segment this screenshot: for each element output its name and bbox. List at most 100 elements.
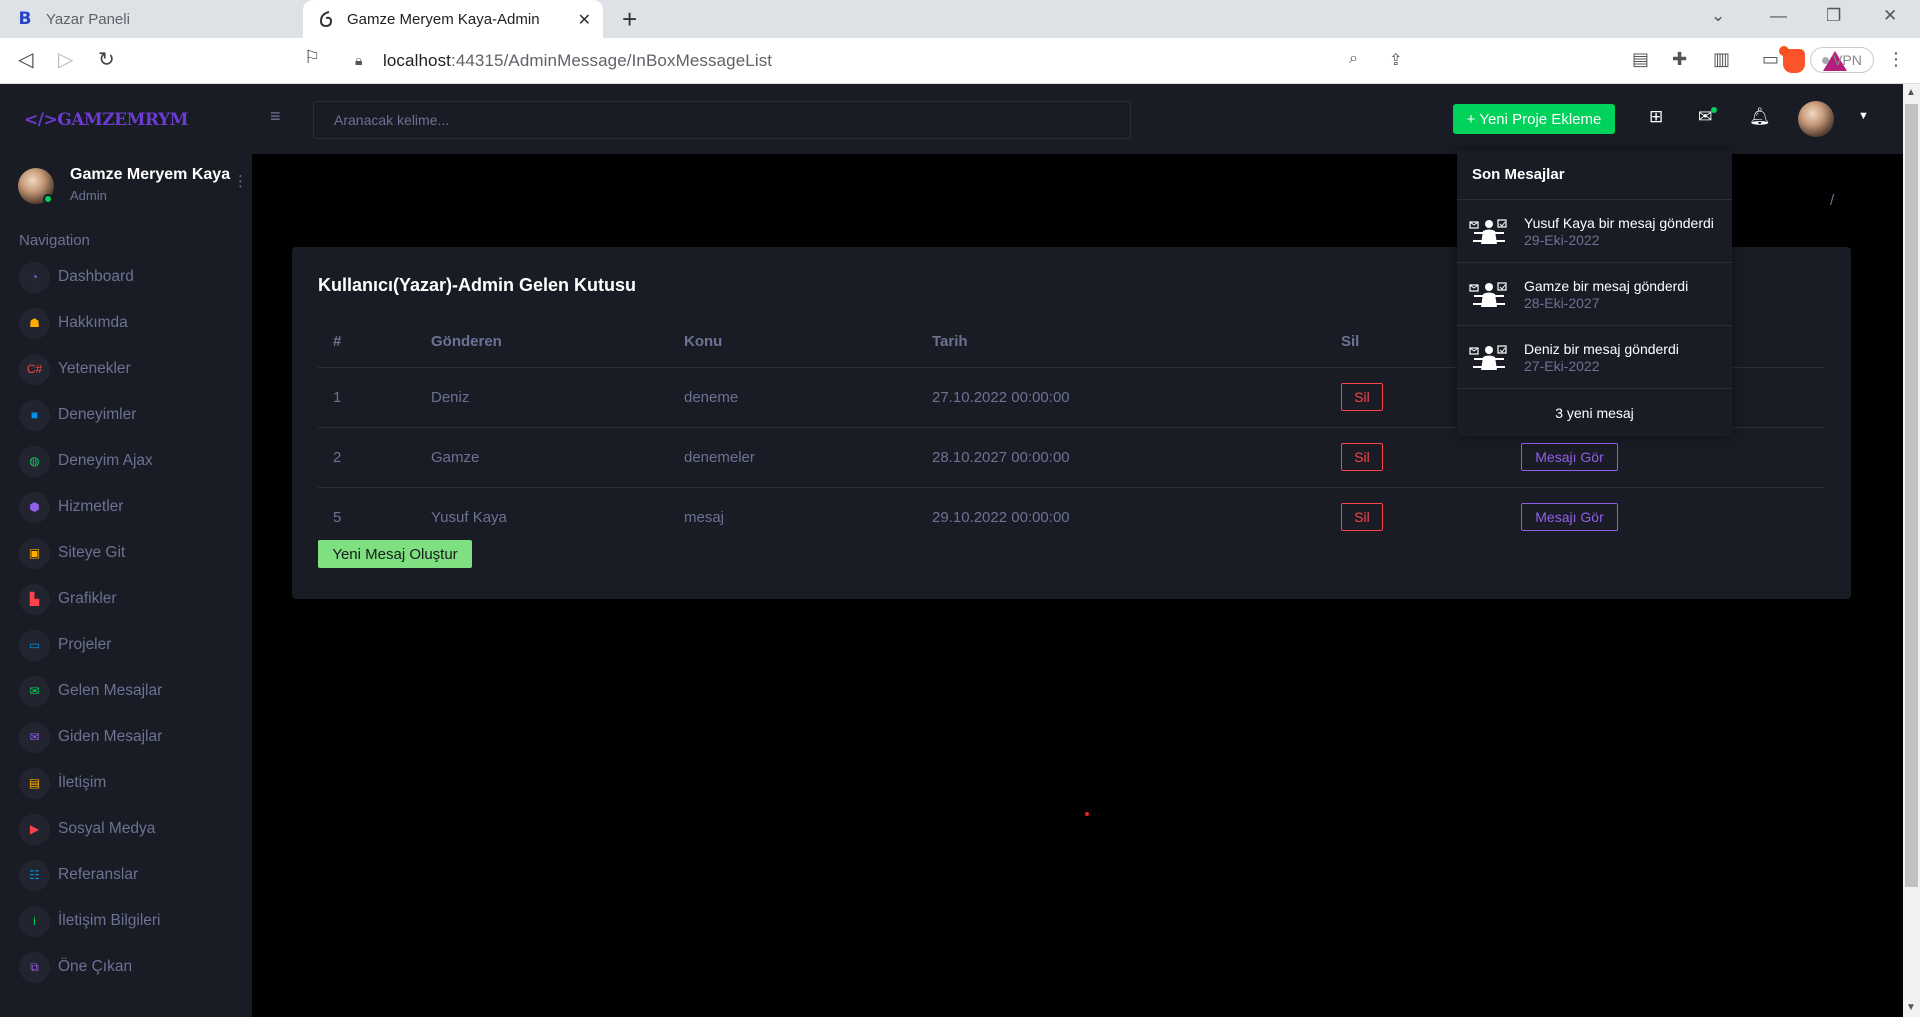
delete-button[interactable]: Sil — [1341, 443, 1383, 471]
message-preview-date: 29-Eki-2022 — [1524, 232, 1600, 248]
minimize-icon[interactable]: — — [1770, 6, 1787, 26]
back-icon[interactable]: ◁ — [18, 47, 33, 72]
new-message-button[interactable]: Yeni Mesaj Oluştur — [318, 540, 472, 568]
sidebar-item-label: Grafikler — [58, 590, 117, 607]
sidebar-item[interactable]: ▙ Grafikler — [0, 576, 252, 622]
page-scrollbar[interactable]: ▲ ▼ — [1903, 84, 1920, 1017]
sidebar-toggle-icon[interactable]: ▥ — [1713, 49, 1730, 70]
browser-menu-icon[interactable]: ⋮ — [1887, 49, 1905, 70]
new-project-button[interactable]: + Yeni Proje Ekleme — [1453, 104, 1615, 134]
laptop-icon: ▭ — [19, 629, 50, 661]
zoom-icon[interactable]: ⌕ — [1349, 50, 1358, 68]
scroll-up-icon[interactable]: ▲ — [1906, 87, 1916, 98]
dropdown-title: Son Mesajlar — [1457, 150, 1732, 200]
delete-button[interactable]: Sil — [1341, 503, 1383, 532]
sidebar-item[interactable]: C# Yetenekler — [0, 346, 252, 392]
cell-sender: Yusuf Kaya — [431, 508, 507, 526]
lock-icon: 🔒︎ — [355, 52, 363, 68]
sidebar-item[interactable]: ☷ Referanslar — [0, 852, 252, 898]
new-messages-link[interactable]: 3 yeni mesaj — [1457, 389, 1732, 436]
cell-subject: mesaj — [684, 508, 725, 526]
sidebar-nav: ◔ Dashboard ☗ Hakkımda C# Yetenekler ■ Deneyiml… — [0, 254, 252, 990]
sidebar-item[interactable]: ⬢ Hizmetler — [0, 484, 252, 530]
table-row: 5 Yusuf Kaya mesaj 29.10.2022 00:00:00 Sil Me… — [318, 487, 1825, 547]
brand-logo[interactable]: </>GAMZEMRYM — [24, 110, 188, 130]
profile-role: Admin — [70, 188, 107, 203]
scroll-down-icon[interactable]: ▼ — [1906, 1002, 1916, 1013]
vpn-button[interactable]: VPN — [1810, 47, 1874, 73]
info-icon: i — [19, 905, 50, 937]
message-person-icon — [1469, 216, 1509, 248]
menu-toggle-icon[interactable]: ≡ — [270, 106, 281, 127]
user-avatar-button[interactable] — [1798, 101, 1834, 137]
sidebar-item[interactable]: ▤ İletişim — [0, 760, 252, 806]
view-message-button[interactable]: Mesajı Gör — [1521, 443, 1618, 471]
forward-icon[interactable]: ▷ — [58, 47, 73, 72]
tab-yazar-paneli[interactable]: B Yazar Paneli — [0, 0, 303, 38]
message-preview-date: 27-Eki-2022 — [1524, 358, 1600, 374]
cell-id: 5 — [333, 508, 342, 526]
reload-icon[interactable]: ↻ — [98, 47, 115, 72]
sidebar-item[interactable]: ▶ Sosyal Medya — [0, 806, 252, 852]
message-preview-text: Yusuf Kaya bir mesaj gönderdi — [1524, 215, 1714, 231]
online-status-dot — [43, 194, 53, 204]
sidebar-item-label: Deneyim Ajax — [58, 452, 153, 469]
tab-search-chevron-icon[interactable]: ⌄ — [1711, 6, 1725, 26]
bookmark-icon[interactable]: ⚐ — [304, 47, 320, 68]
spinner-favicon-icon — [317, 10, 335, 28]
search-input[interactable]: Aranacak kelime... — [313, 101, 1131, 139]
sidebar-item[interactable]: i İletişim Bilgileri — [0, 898, 252, 944]
sidebar-item-label: Projeler — [58, 636, 112, 653]
sidebar-item-label: Giden Mesajlar — [58, 728, 163, 745]
tab-admin[interactable]: Gamze Meryem Kaya-Admin ✕ — [303, 0, 603, 38]
message-preview-item[interactable]: Deniz bir mesaj gönderdi 27-Eki-2022 — [1457, 326, 1732, 389]
cell-id: 1 — [318, 367, 416, 428]
omnibox[interactable]: 🔒︎ localhost:44315/AdminMessage/InBoxMes… — [343, 43, 1847, 79]
sidebar-item[interactable]: ■ Deneyimler — [0, 392, 252, 438]
share-icon[interactable]: ⇪ — [1389, 50, 1402, 70]
sidebar-item[interactable]: ☗ Hakkımda — [0, 300, 252, 346]
sidebar-item-label: Referanslar — [58, 866, 139, 883]
col-id: # — [318, 317, 416, 368]
message-person-icon — [1469, 342, 1509, 374]
apps-grid-icon[interactable]: ⊞ — [1649, 107, 1663, 127]
cell-delete: Sil — [1326, 487, 1506, 547]
wallet-icon[interactable]: ▭ — [1762, 49, 1779, 70]
bell-icon[interactable]: 🔔︎ — [1749, 107, 1771, 127]
sidebar-item-label: Gelen Mesajlar — [58, 682, 163, 699]
cell-subject: denemeler — [669, 427, 917, 488]
messages-dropdown: Son Mesajlar Yusuf Kaya bir mesaj gönder… — [1457, 150, 1732, 436]
inbox-mail-icon: ✉ — [19, 675, 50, 707]
close-tab-icon[interactable]: ✕ — [578, 10, 591, 30]
sidebar-item[interactable]: ✉ Gelen Mesajlar — [0, 668, 252, 714]
caret-down-icon[interactable]: ▼ — [1858, 110, 1869, 122]
sidebar-item[interactable]: ✉ Giden Mesajlar — [0, 714, 252, 760]
close-window-icon[interactable]: ✕ — [1883, 6, 1897, 26]
cell-sender: Deniz — [416, 367, 669, 428]
new-tab-button[interactable]: + — [622, 4, 637, 35]
cell-date: 29.10.2022 00:00:00 — [932, 508, 1070, 526]
sidebar-item[interactable]: ⧉ Öne Çıkan — [0, 944, 252, 990]
url-text[interactable]: localhost:44315/AdminMessage/InBoxMessag… — [383, 51, 772, 71]
extensions-icon[interactable]: ✚ — [1672, 49, 1687, 70]
sidebar-item[interactable]: ▭ Projeler — [0, 622, 252, 668]
restore-icon[interactable]: ❐ — [1826, 6, 1841, 26]
message-preview-item[interactable]: Gamze bir mesaj gönderdi 28-Eki-2027 — [1457, 263, 1732, 326]
delete-button[interactable]: Sil — [1341, 383, 1383, 411]
cell-view: Mesajı Gör — [1506, 427, 1825, 488]
message-preview-date: 28-Eki-2027 — [1524, 295, 1600, 311]
sidebar-profile: Gamze Meryem Kaya Admin ⋮ — [18, 166, 248, 211]
sidebar-item[interactable]: ◍ Deneyim Ajax — [0, 438, 252, 484]
message-preview-item[interactable]: Yusuf Kaya bir mesaj gönderdi 29-Eki-2022 — [1457, 200, 1732, 263]
view-message-button[interactable]: Mesajı Gör — [1521, 503, 1618, 532]
scrollbar-thumb[interactable] — [1905, 104, 1918, 887]
sidebar-item-label: Hakkımda — [58, 314, 128, 331]
reader-mode-icon[interactable]: ▤ — [1632, 49, 1649, 70]
sidebar-item[interactable]: ◔ Dashboard — [0, 254, 252, 300]
browser-chrome: B Yazar Paneli Gamze Meryem Kaya-Admin ✕… — [0, 0, 1920, 84]
sidebar-item[interactable]: ▣ Siteye Git — [0, 530, 252, 576]
sidebar-item-label: Öne Çıkan — [58, 958, 133, 975]
sidebar-item-label: Deneyimler — [58, 406, 137, 423]
nav-section-title: Navigation — [19, 232, 90, 249]
profile-menu-icon[interactable]: ⋮ — [233, 172, 248, 190]
